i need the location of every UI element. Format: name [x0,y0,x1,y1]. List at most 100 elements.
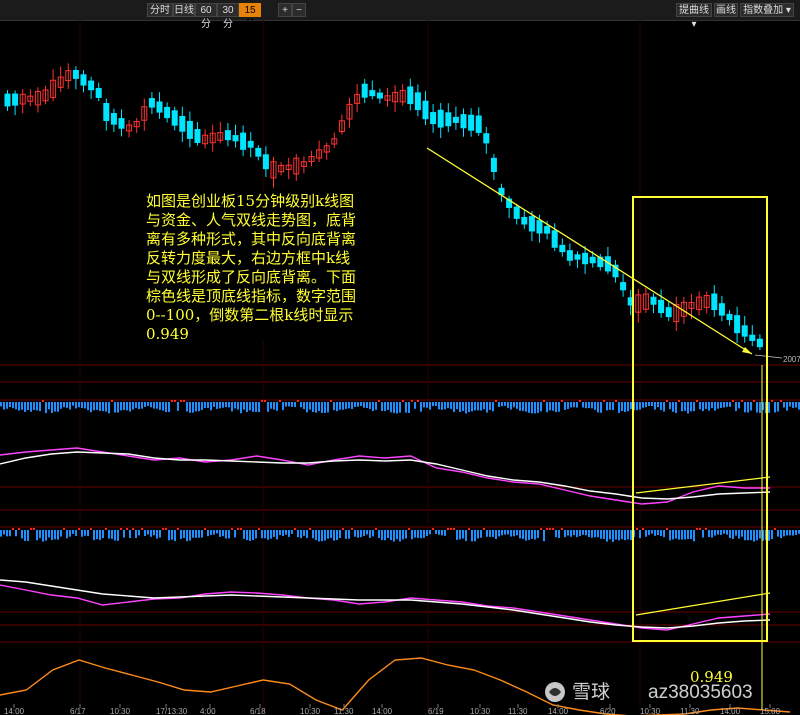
histogram-bar [753,530,755,542]
histogram-bar [33,402,35,410]
histogram-bar [309,402,311,410]
candle-body [148,98,155,108]
histogram-bar [57,402,59,412]
histogram-bar [660,402,662,410]
histogram-bar [327,530,329,539]
candle-body [171,110,178,126]
histogram-bar [405,402,407,413]
histogram-bar [201,530,203,538]
curve-menu-button[interactable]: 提曲线 ▾ [676,3,712,30]
histogram-bar [279,400,281,402]
histogram-bar [414,530,416,538]
histogram-bar [438,530,440,535]
histogram-bar [594,402,596,410]
histogram-bar [336,402,338,412]
histogram-bar [9,402,11,408]
histogram-bar [576,402,578,408]
histogram-bar [498,402,500,407]
histogram-bar [249,402,251,411]
histogram-bar [267,530,269,540]
chart-canvas[interactable]: 2007 0.949 14:00 6/17 10:30 17/13:30 4:00 6/1… [0,20,800,715]
time-axis-label: 6/20 [600,707,616,715]
candle-body [95,88,102,98]
histogram-bar [69,402,71,410]
histogram-bar [474,530,476,542]
histogram-bar [63,402,65,408]
histogram-bar [177,402,179,411]
candle-body [430,112,437,125]
watermark-brand: 雪球 [572,681,610,703]
histogram-bar [723,402,725,408]
candle-body [224,130,231,141]
candle-body [179,115,186,132]
period-15min-button[interactable]: 15分 [239,3,261,30]
period-intraday-button[interactable]: 分时 [147,3,173,17]
histogram-bar [450,528,452,530]
histogram-bar [141,528,143,530]
histogram-bar [108,402,110,414]
histogram-bar [252,530,254,541]
histogram-bar [309,528,311,530]
histogram-bar [783,402,785,408]
histogram-bar [489,402,491,410]
histogram-bar [165,402,167,413]
zoom-in-button[interactable]: + [278,3,292,17]
histogram-bar [105,402,107,412]
histogram-bar [651,530,653,534]
histogram-bar [693,530,695,542]
histogram-bar [534,530,536,540]
candle-body [749,334,756,341]
histogram-bar [705,402,707,410]
histogram-bar [297,400,299,402]
histogram-bar [477,530,479,539]
index-overlay-button[interactable]: 指数叠加 ▾ [740,3,794,17]
period-30min-button[interactable]: 30分 [217,3,239,30]
histogram-bar [243,402,245,410]
histogram-bar [132,528,134,530]
histogram-bar [552,402,554,411]
period-60min-button[interactable]: 60分 [195,3,217,30]
histogram-bar [276,530,278,540]
histogram-bar [393,402,395,414]
funds-histogram [0,400,800,414]
draw-line-button[interactable]: 画线 [714,3,738,17]
histogram-bar [666,528,668,530]
histogram-bar [531,530,533,539]
histogram-bar [510,402,512,410]
zoom-out-button[interactable]: − [292,3,306,17]
histogram-bar [678,400,680,402]
histogram-bar [270,530,272,539]
histogram-bar [240,528,242,530]
histogram-bar [663,530,665,538]
histogram-bar [438,402,440,410]
candle-body [521,216,528,225]
histogram-bar [471,402,473,412]
histogram-bar [435,402,437,406]
candle-body [103,103,110,121]
histogram-bar [420,530,422,539]
histogram-bar [654,530,656,536]
period-daily-button[interactable]: 日线 [173,3,195,17]
histogram-bar [381,530,383,541]
histogram-bar [96,530,98,540]
histogram-bar [345,530,347,539]
histogram-bar [18,528,20,530]
histogram-bar [792,402,794,408]
histogram-bar [486,530,488,537]
time-axis-label: 6/17 [70,707,86,715]
histogram-bar [195,530,197,538]
histogram-bar [582,530,584,535]
histogram-bar [276,402,278,411]
histogram-bar [699,402,701,410]
annotation-line: 0.949 [146,325,189,340]
histogram-bar [741,400,743,402]
histogram-bar [102,530,104,539]
candle-body [452,116,459,123]
annotation-line: 棕色线是顶底线指标，数字范围 [146,287,357,305]
histogram-bar [711,402,713,409]
histogram-bar [90,402,92,413]
histogram-bar [636,528,638,530]
histogram-bar [246,402,248,413]
histogram-bar [192,402,194,413]
histogram-bar [693,402,695,412]
